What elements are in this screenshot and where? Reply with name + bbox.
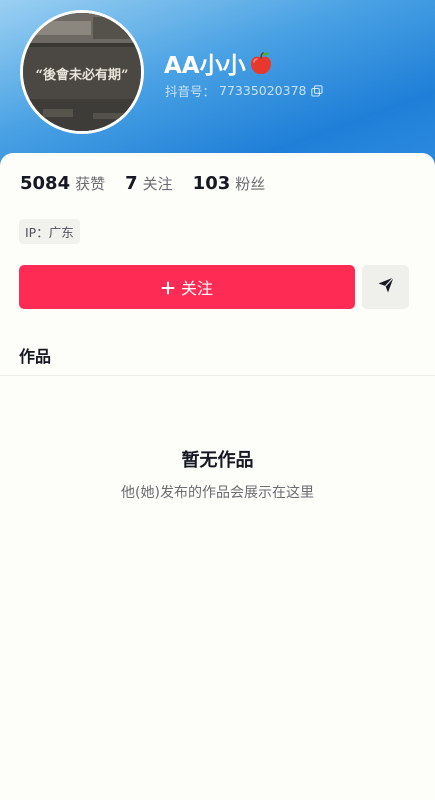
stat-following-label: 关注: [142, 175, 173, 193]
plus-icon: [161, 280, 175, 295]
share-button[interactable]: [362, 265, 409, 309]
tab-divider: [0, 375, 435, 376]
profile-page: “後會未必有期” AA小小 抖音号： 77335020378 5084 获赞 7…: [0, 0, 435, 800]
stat-followers-value: 103: [192, 173, 231, 194]
stat-following[interactable]: 7 关注: [125, 173, 173, 194]
douyin-id-row: 抖音号： 77335020378: [165, 81, 323, 100]
tab-works[interactable]: 作品: [19, 343, 51, 367]
empty-state-description: 他(她)发布的作品会展示在这里: [121, 485, 314, 501]
nickname: AA小小: [164, 46, 274, 80]
nickname-text: AA小小: [164, 53, 246, 79]
stat-likes[interactable]: 5084 获赞: [20, 173, 105, 194]
stat-followers-label: 粉丝: [235, 175, 266, 193]
avatar[interactable]: “後會未必有期”: [20, 10, 144, 134]
profile-card: 5084 获赞 7 关注 103 粉丝 IP：广东 关注 作品 暂无作品 他(她…: [0, 153, 435, 800]
empty-state-title: 暂无作品: [181, 450, 254, 471]
follow-button-label: 关注: [180, 279, 213, 298]
ip-location-tag: IP：广东: [19, 219, 80, 244]
red-apple-icon: [248, 50, 274, 76]
douyin-id-value: 77335020378: [219, 83, 307, 98]
stats-row: 5084 获赞 7 关注 103 粉丝: [20, 173, 285, 194]
stat-likes-value: 5084: [20, 173, 71, 194]
follow-button[interactable]: 关注: [19, 265, 355, 309]
stat-likes-label: 获赞: [75, 175, 106, 193]
avatar-image: “後會未必有期”: [23, 13, 141, 131]
stat-following-value: 7: [125, 173, 138, 194]
send-arrow-icon: [377, 276, 395, 298]
copy-icon[interactable]: [310, 84, 323, 97]
stat-followers[interactable]: 103 粉丝: [193, 173, 266, 194]
douyin-id-label: 抖音号：: [165, 84, 216, 99]
avatar-text: “後會未必有期”: [36, 67, 129, 83]
